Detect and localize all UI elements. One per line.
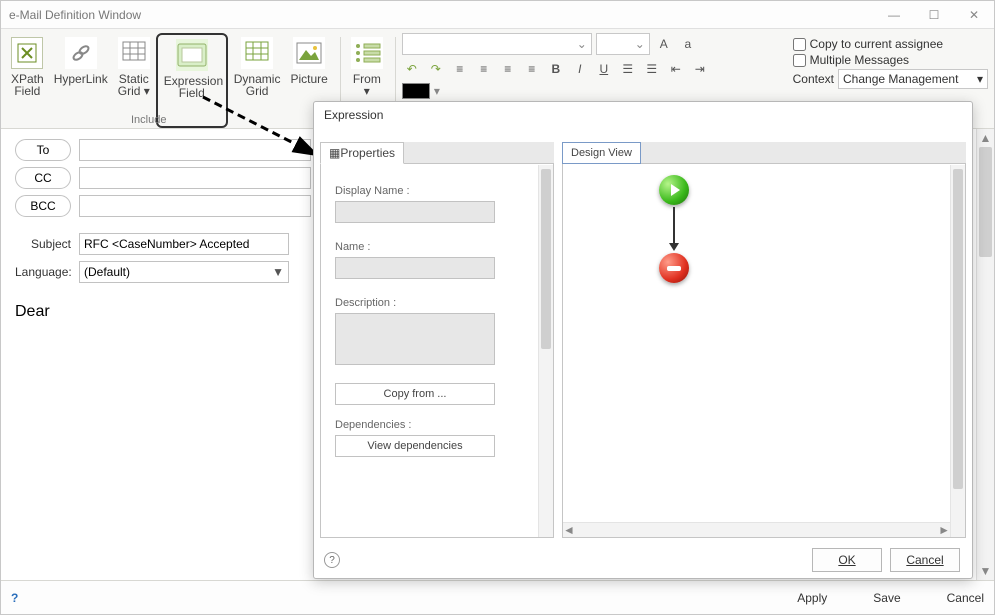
undo-icon[interactable]: ↶ xyxy=(402,59,422,79)
bcc-button[interactable]: BCC xyxy=(15,195,71,217)
from-label: From▾ xyxy=(353,73,381,97)
design-view-panel: Design View ◄► ▴▾ xyxy=(562,142,966,538)
connector-line xyxy=(673,207,675,245)
dynamic-grid-icon xyxy=(241,37,273,69)
design-vscrollbar[interactable] xyxy=(950,165,965,537)
properties-scrollbar[interactable] xyxy=(538,165,553,537)
redo-icon[interactable]: ↷ xyxy=(426,59,446,79)
from-icon xyxy=(351,37,383,69)
properties-tab-icon: ▦ xyxy=(329,146,340,160)
context-label: Context xyxy=(793,72,834,86)
cancel-button[interactable]: Cancel xyxy=(947,591,984,605)
group-label-include: Include xyxy=(131,114,166,126)
font-size-combo[interactable]: ⌄ xyxy=(596,33,650,55)
to-button[interactable]: To xyxy=(15,139,71,161)
outdent-icon[interactable]: ⇤ xyxy=(666,59,686,79)
bcc-input[interactable] xyxy=(79,195,311,217)
design-view-tab[interactable]: Design View xyxy=(562,142,641,164)
properties-panel: ▦Properties Display Name : Name : Descri… xyxy=(320,142,554,538)
connector-arrow-icon xyxy=(669,243,679,251)
picture-label: Picture xyxy=(290,73,327,85)
grid-icon xyxy=(118,37,150,69)
ok-button[interactable]: OK xyxy=(812,548,882,572)
description-label: Description : xyxy=(335,297,531,309)
xpath-label: XPath Field xyxy=(11,73,44,97)
language-select[interactable]: (Default)▼ xyxy=(79,261,289,283)
hyperlink-icon xyxy=(65,37,97,69)
subject-label: Subject xyxy=(15,237,79,251)
dialog-footer: ? OK Cancel xyxy=(314,542,972,578)
dialog-cancel-button[interactable]: Cancel xyxy=(890,548,960,572)
maximize-button[interactable]: ☐ xyxy=(914,1,954,29)
dynamic-grid-label: Dynamic Grid xyxy=(234,73,281,97)
xpath-icon xyxy=(11,37,43,69)
scroll-up-icon[interactable]: ▲ xyxy=(977,129,994,147)
titlebar: e-Mail Definition Window — ☐ ✕ xyxy=(1,1,994,29)
display-name-input[interactable] xyxy=(335,201,495,223)
description-input[interactable] xyxy=(335,313,495,365)
cc-button[interactable]: CC xyxy=(15,167,71,189)
scroll-thumb[interactable] xyxy=(979,147,992,257)
properties-tab[interactable]: ▦Properties xyxy=(320,142,404,164)
hyperlink-button[interactable]: HyperLink xyxy=(50,33,112,128)
scroll-down-icon[interactable]: ▼ xyxy=(977,562,994,580)
start-node-icon[interactable] xyxy=(659,175,689,205)
design-canvas[interactable]: ▴▾ xyxy=(563,165,950,522)
expression-field-label: Expression Field xyxy=(164,75,220,99)
display-name-label: Display Name : xyxy=(335,185,531,197)
save-button[interactable]: Save xyxy=(873,591,900,605)
italic-icon[interactable]: I xyxy=(570,59,590,79)
font-color-icon[interactable] xyxy=(402,83,430,99)
cc-input[interactable] xyxy=(79,167,311,189)
minimize-button[interactable]: — xyxy=(874,1,914,29)
to-input[interactable] xyxy=(79,139,311,161)
subject-input[interactable]: RFC <CaseNumber> Accepted xyxy=(79,233,289,255)
copy-from-button[interactable]: Copy from ... xyxy=(335,383,495,405)
help-icon[interactable]: ? xyxy=(11,591,18,605)
context-combo[interactable]: Change Management▾ xyxy=(838,69,988,89)
underline-icon[interactable]: U xyxy=(594,59,614,79)
name-input[interactable] xyxy=(335,257,495,279)
end-node-icon[interactable] xyxy=(659,253,689,283)
apply-button[interactable]: Apply xyxy=(797,591,827,605)
grow-font-icon[interactable]: A xyxy=(654,34,674,54)
window-title: e-Mail Definition Window xyxy=(9,8,141,22)
align-center-icon[interactable]: ≡ xyxy=(474,59,494,79)
close-button[interactable]: ✕ xyxy=(954,1,994,29)
dependencies-label: Dependencies : xyxy=(335,419,531,431)
dialog-title: Expression xyxy=(314,102,972,128)
view-dependencies-button[interactable]: View dependencies xyxy=(335,435,495,457)
align-justify-icon[interactable]: ≡ xyxy=(522,59,542,79)
expression-field-button[interactable]: Expression Field xyxy=(156,33,228,128)
static-grid-label: Static Grid ▾ xyxy=(118,73,150,97)
window-footer: ? Apply Save Cancel xyxy=(1,580,994,614)
bullet-list-icon[interactable]: ☰ xyxy=(618,59,638,79)
xpath-field-button[interactable]: XPath Field xyxy=(7,33,48,128)
shrink-font-icon[interactable]: a xyxy=(678,34,698,54)
main-scrollbar[interactable]: ▲ ▼ xyxy=(976,129,994,580)
language-label: Language: xyxy=(15,265,79,279)
indent-icon[interactable]: ⇥ xyxy=(690,59,710,79)
expression-dialog: Expression ▦Properties Display Name : Na… xyxy=(313,101,973,579)
hyperlink-label: HyperLink xyxy=(54,73,108,85)
copy-to-assignee-checkbox[interactable]: Copy to current assignee xyxy=(793,37,988,51)
multiple-messages-checkbox[interactable]: Multiple Messages xyxy=(793,53,988,67)
bold-icon[interactable]: B xyxy=(546,59,566,79)
expression-icon xyxy=(176,39,208,71)
dialog-help-icon[interactable]: ? xyxy=(324,552,340,568)
align-left-icon[interactable]: ≡ xyxy=(450,59,470,79)
align-right-icon[interactable]: ≡ xyxy=(498,59,518,79)
picture-icon xyxy=(293,37,325,69)
name-label: Name : xyxy=(335,241,531,253)
number-list-icon[interactable]: ☰ xyxy=(642,59,662,79)
design-hscrollbar[interactable]: ◄► xyxy=(563,522,950,537)
font-family-combo[interactable]: ⌄ xyxy=(402,33,592,55)
dynamic-grid-button[interactable]: Dynamic Grid xyxy=(230,33,285,128)
